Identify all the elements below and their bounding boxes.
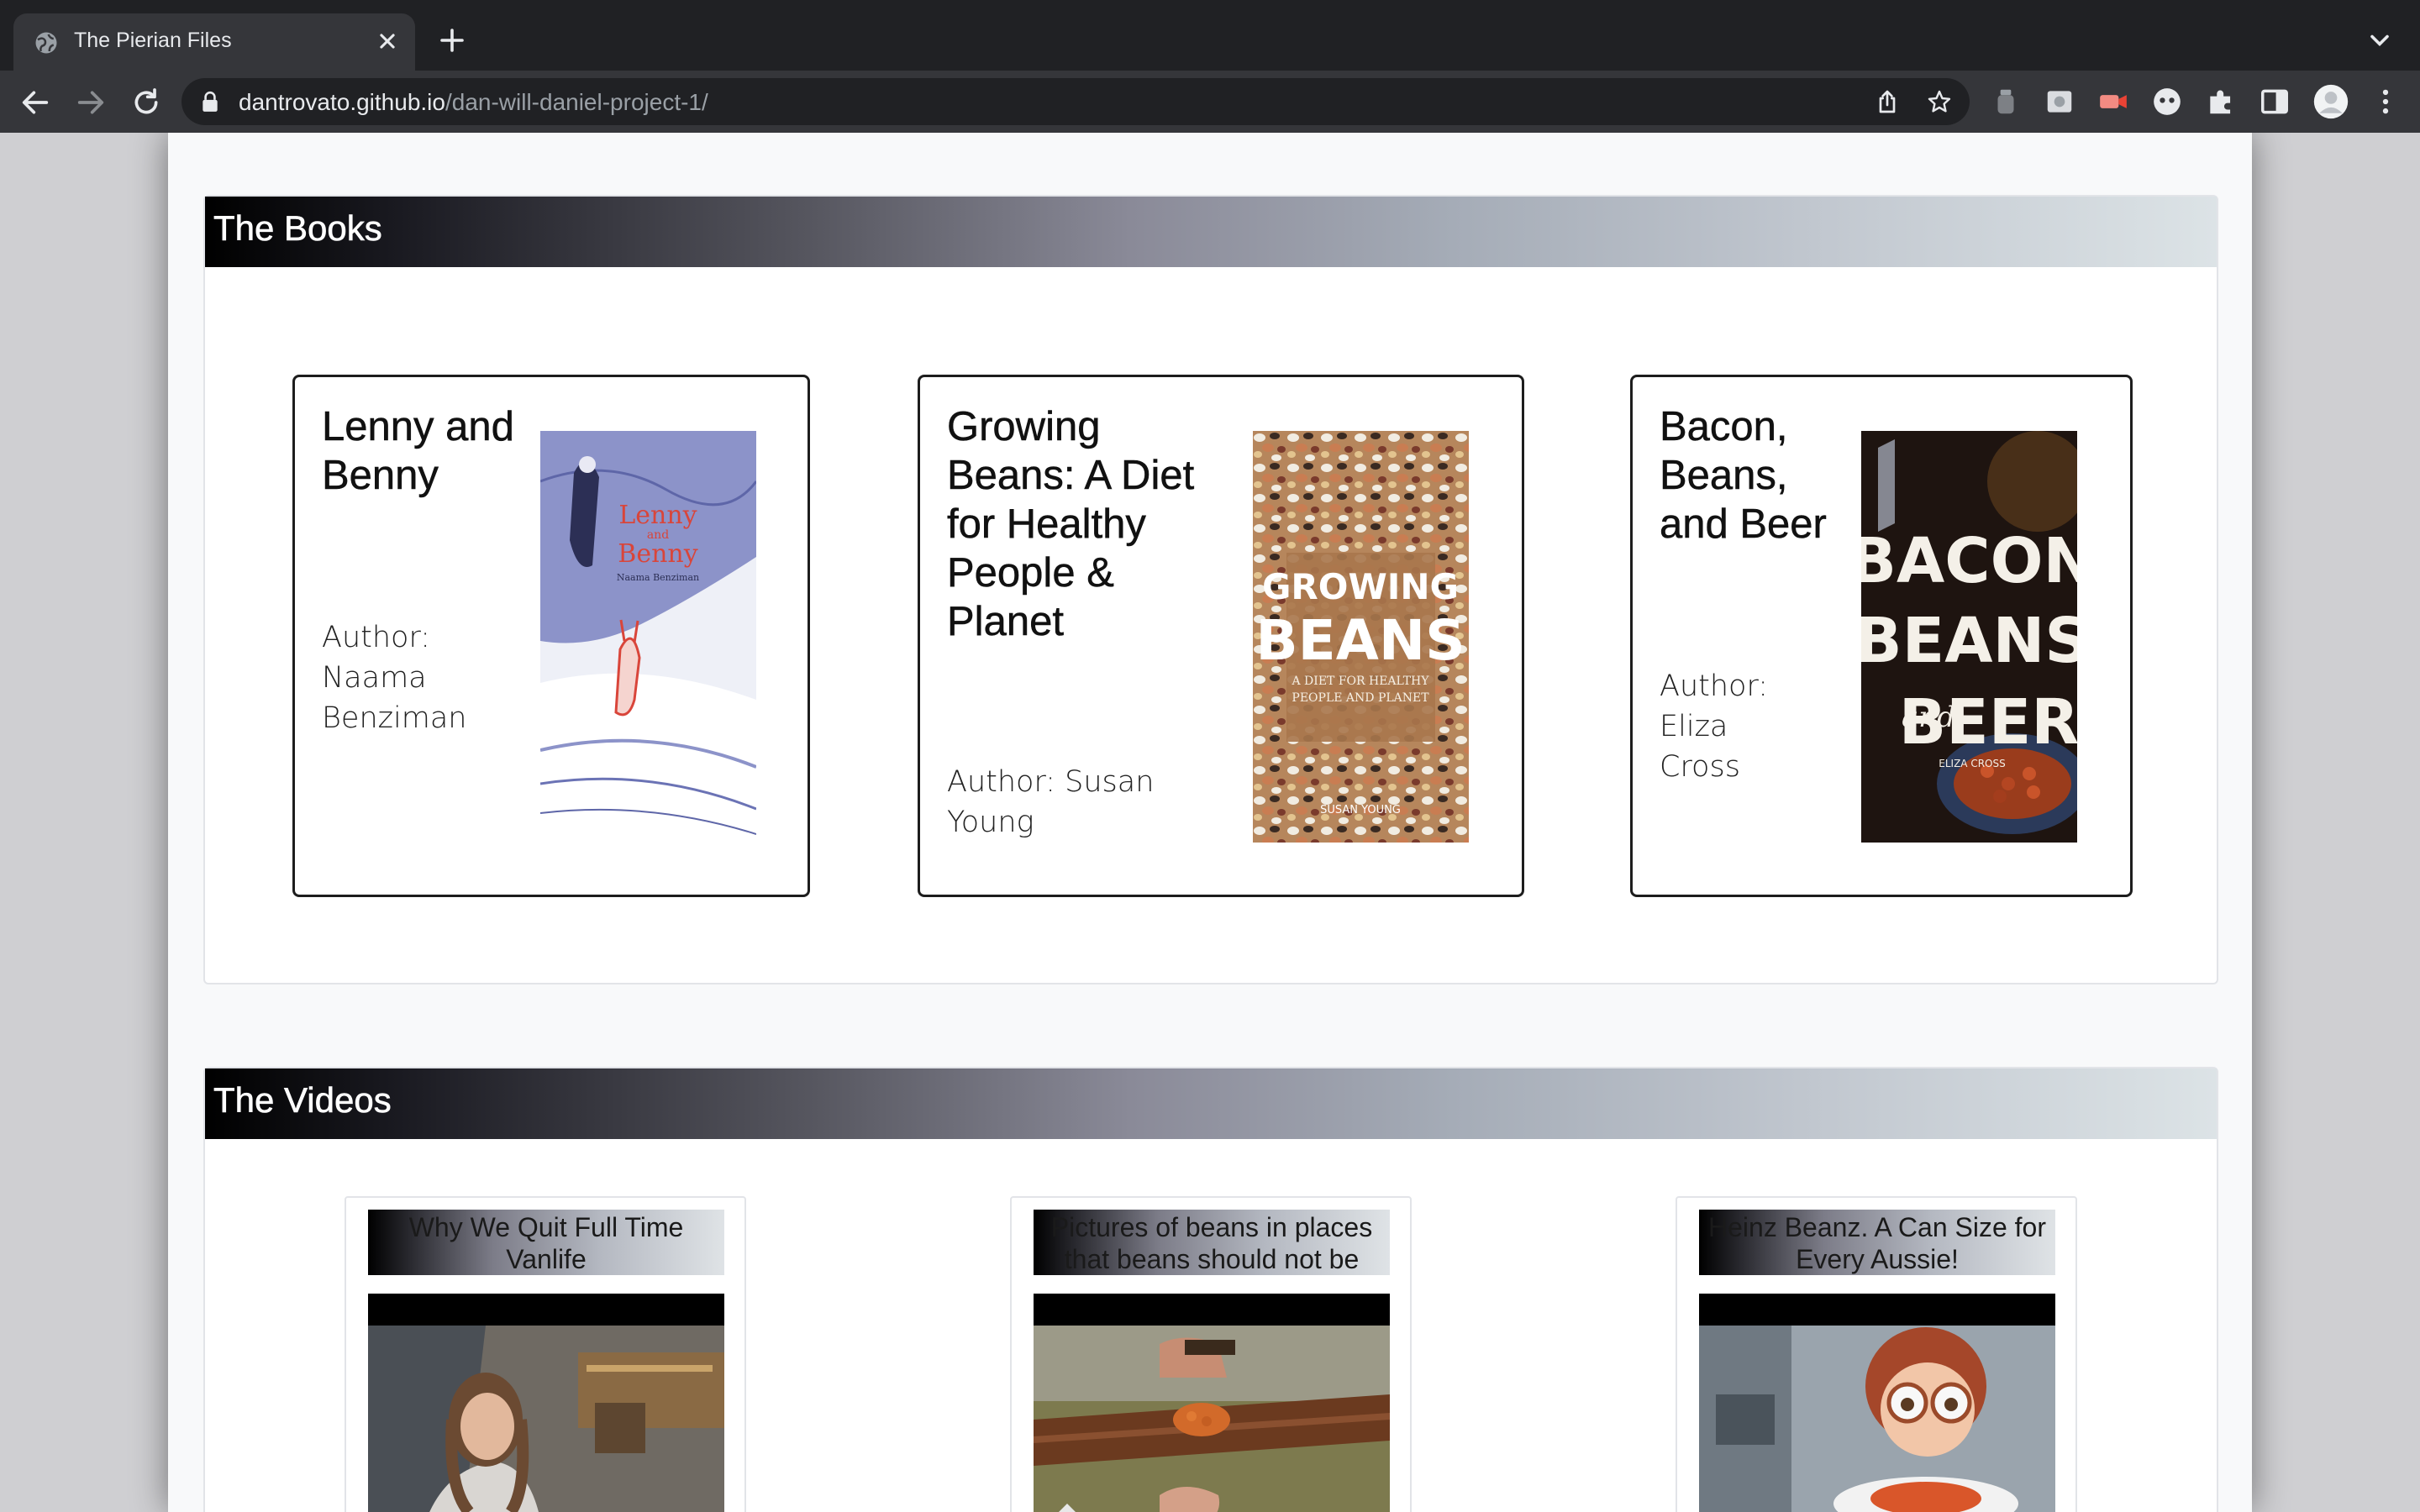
book-cover-image: Lenny and Benny Naama Benziman [540,431,756,843]
videos-section: The Videos Why We Quit Full Time Vanlife [203,1067,2218,1512]
cover-text-beer: BEER [1899,686,2077,759]
share-icon[interactable] [1874,88,1901,115]
book-card-growing-beans: Growing Beans: A Diet for Healthy People… [918,375,1524,897]
cover-author: ELIZA CROSS [1939,758,2005,769]
book-title: Growing Beans: A Diet for Healthy People… [947,404,1195,645]
video-card-vanlife: Why We Quit Full Time Vanlife [345,1196,746,1512]
book-cover-image: GROWING BEANS A DIET FOR HEALTHY PEOPLE … [1253,431,1469,843]
profile-avatar-icon[interactable] [2312,83,2349,120]
browser-tab-strip: The Pierian Files [0,0,2420,71]
cover-text-benny: Benny [618,539,697,569]
close-icon[interactable] [373,27,402,55]
books-section: The Books Lenny and Benny Author: Naama … [203,195,2218,984]
new-tab-icon[interactable] [437,25,467,55]
globe-icon [35,32,57,54]
browser-tab[interactable]: The Pierian Files [13,13,415,71]
extension-video-icon[interactable] [2097,86,2129,118]
book-author: Author: Susan Young [947,765,1155,839]
videos-section-header: The Videos [205,1068,2217,1139]
tab-title: The Pierian Files [74,29,232,52]
url-text[interactable]: dantrovato.github.io/dan-will-daniel-pro… [239,89,708,116]
video-card-beans-places: Pictures of beans in places that beans s… [1010,1196,1412,1512]
video-player-thumbnail[interactable] [1034,1294,1390,1512]
kebab-menu-icon[interactable] [2370,86,2402,118]
lock-icon[interactable] [200,91,220,113]
extension-face-icon[interactable] [2151,86,2183,118]
back-arrow-icon[interactable] [18,86,52,119]
books-section-title: The Books [213,208,382,249]
book-cover-image: BACON BEANS and BEER ELIZA CROSS [1861,431,2077,843]
book-card-bacon-beans-beer: Bacon, Beans, and Beer Author: Eliza Cro… [1630,375,2133,897]
extension-screenshot-icon[interactable] [2044,86,2075,118]
forward-arrow-icon[interactable] [74,86,108,119]
videos-section-title: The Videos [213,1080,392,1121]
url-path: /dan-will-daniel-project-1/ [445,89,708,115]
books-section-header: The Books [205,197,2217,267]
video-player-thumbnail[interactable] [368,1294,724,1512]
page-container: The Books Lenny and Benny Author: Naama … [168,133,2252,1512]
video-card-heinz: Heinz Beanz. A Can Size for Every Aussie… [1676,1196,2077,1512]
cover-text-bacon: BACON [1861,525,2077,597]
side-panel-icon[interactable] [2259,86,2291,118]
video-player-thumbnail[interactable] [1699,1294,2055,1512]
video-title: Pictures of beans in places that beans s… [1034,1210,1390,1275]
cover-author: Naama Benziman [617,572,699,583]
cover-text-beans: BEANS [1861,605,2077,677]
browser-toolbar: dantrovato.github.io/dan-will-daniel-pro… [0,71,2420,133]
cover-text-growing: GROWING [1262,566,1459,607]
chevron-down-icon[interactable] [2365,25,2395,55]
book-author: Author: Naama Benziman [322,621,467,735]
bookmark-star-icon[interactable] [1926,88,1953,115]
reload-icon[interactable] [129,86,163,119]
cover-text-lenny: Lenny [618,501,697,530]
cover-subtitle-1: A DIET FOR HEALTHY [1292,675,1430,688]
book-author: Author: Eliza Cross [1660,669,1769,784]
book-title: Lenny and Benny [322,404,514,499]
video-title: Heinz Beanz. A Can Size for Every Aussie… [1699,1210,2055,1275]
book-title: Bacon, Beans, and Beer [1660,404,1827,548]
address-bar[interactable]: dantrovato.github.io/dan-will-daniel-pro… [182,78,1970,125]
cover-subtitle-2: PEOPLE AND PLANET [1292,691,1429,705]
cover-author: SUSAN YOUNG [1320,804,1401,816]
book-card-lenny-and-benny: Lenny and Benny Author: Naama Benziman L… [292,375,810,897]
video-title: Why We Quit Full Time Vanlife [368,1210,724,1275]
page-viewport: The Books Lenny and Benny Author: Naama … [0,133,2420,1512]
url-host: dantrovato.github.io [239,89,445,115]
extension-bottle-icon[interactable] [1990,86,2022,118]
puzzle-piece-icon[interactable] [2205,86,2237,118]
cover-text-beans: BEANS [1255,608,1465,673]
